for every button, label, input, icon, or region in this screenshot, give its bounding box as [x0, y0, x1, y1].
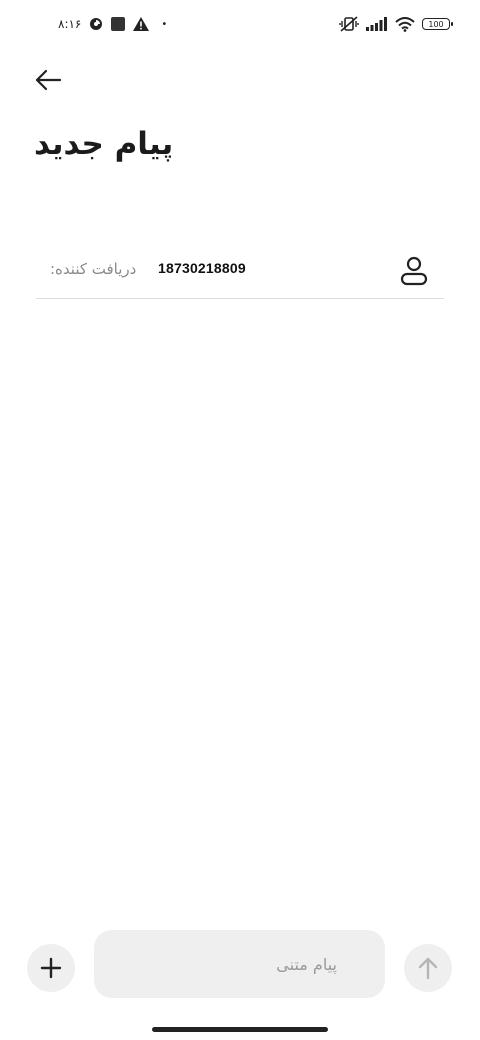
page-title: پیام جدید [34, 126, 174, 162]
battery-indicator: 100 [422, 18, 453, 30]
attach-button[interactable] [27, 944, 75, 992]
app-notification-icon [111, 17, 126, 31]
plus-icon [40, 957, 62, 979]
wifi-icon [395, 16, 415, 32]
back-button[interactable] [28, 60, 68, 100]
person-icon [400, 256, 428, 286]
arrow-up-icon [418, 957, 438, 980]
status-right: 100 [339, 16, 453, 32]
send-button[interactable] [404, 944, 452, 992]
contact-picker-button[interactable] [398, 254, 430, 288]
message-input[interactable] [94, 930, 385, 998]
status-left: ۸:۱۶ • [58, 17, 167, 31]
new-message-screen: ۸:۱۶ • 100 پیام جدید دریافت کننده: 18730… [0, 0, 480, 1040]
arrow-left-icon [35, 69, 62, 91]
data-saver-icon [89, 17, 103, 31]
notification-dot: • [161, 18, 168, 30]
recipient-field[interactable]: دریافت کننده: 18730218809 [36, 246, 444, 299]
status-bar: ۸:۱۶ • 100 [0, 14, 480, 42]
home-indicator[interactable] [152, 1027, 328, 1032]
recipient-label: دریافت کننده: [50, 260, 137, 278]
status-time: ۸:۱۶ [58, 17, 82, 31]
warning-icon [133, 17, 150, 31]
signal-icon [366, 17, 388, 31]
message-composer [0, 928, 480, 1000]
vibrate-muted-icon [339, 16, 359, 32]
recipient-number[interactable]: 18730218809 [158, 260, 246, 276]
